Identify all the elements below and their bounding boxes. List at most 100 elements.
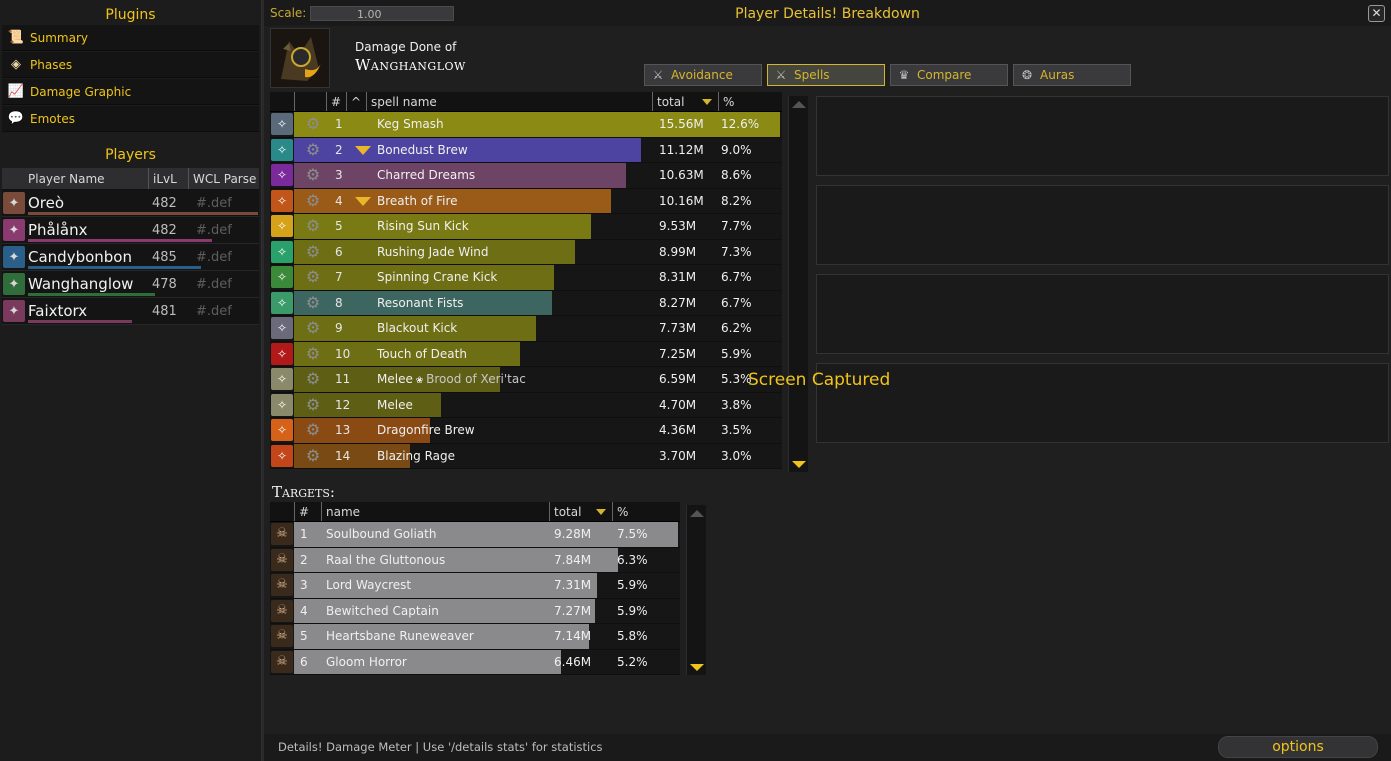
tab-spells[interactable]: ⚔ Spells <box>767 64 885 86</box>
header-ilvl[interactable]: iLvL <box>148 168 188 189</box>
target-percent: 5.9% <box>617 603 648 618</box>
expand-icon[interactable] <box>355 145 373 155</box>
target-rank: 6 <box>300 654 308 669</box>
header-wcl-parse[interactable]: WCL Parse <box>188 168 258 189</box>
gear-icon[interactable]: ⚙ <box>303 369 323 389</box>
target-header-num[interactable]: # <box>294 502 321 521</box>
target-scroll-down-icon[interactable] <box>690 664 704 671</box>
plugin-item[interactable]: ◈ Phases <box>2 52 259 78</box>
spell-icon: ✧ <box>271 215 293 238</box>
gear-icon[interactable]: ⚙ <box>303 446 323 466</box>
header-spell-name[interactable]: spell name <box>366 92 652 111</box>
targets-scrollbar[interactable] <box>686 505 706 675</box>
tab-auras[interactable]: ❂ Auras <box>1013 64 1131 86</box>
gear-icon[interactable]: ⚙ <box>303 420 323 440</box>
spell-row[interactable]: ✧ ⚙ 13 Dragonfire Brew 4.36M 3.5% <box>270 418 782 444</box>
spell-percent: 6.2% <box>721 321 752 336</box>
spell-total: 7.73M <box>659 321 697 336</box>
target-row[interactable]: ☠ 3 Lord Waycrest 7.31M 5.9% <box>270 573 680 599</box>
tab-compare[interactable]: ♛ Compare <box>890 64 1008 86</box>
gear-icon[interactable]: ⚙ <box>303 395 323 415</box>
header-spacer <box>294 92 326 111</box>
gear-icon[interactable]: ⚙ <box>303 165 323 185</box>
spell-row[interactable]: ✧ ⚙ 10 Touch of Death 7.25M 5.9% <box>270 341 782 367</box>
expand-placeholder <box>355 272 373 282</box>
spell-total: 11.12M <box>659 142 704 157</box>
spells-scrollbar[interactable] <box>788 96 808 472</box>
spell-row[interactable]: ✧ ⚙ 12 Melee 4.70M 3.8% <box>270 392 782 418</box>
gear-icon[interactable]: ⚙ <box>303 114 323 134</box>
spell-row[interactable]: ✧ ⚙ 3 Charred Dreams 10.63M 8.6% <box>270 163 782 189</box>
spell-total: 6.59M <box>659 372 697 387</box>
player-name: Wanghanglow <box>355 56 466 74</box>
player-row[interactable]: ✦ Wanghanglow 478 #.def <box>2 271 259 298</box>
spell-row[interactable]: ✧ ⚙ 5 Rising Sun Kick 9.53M 7.7% <box>270 214 782 240</box>
spell-row[interactable]: ✧ ⚙ 14 Blazing Rage 3.70M 3.0% <box>270 443 782 469</box>
target-header-percent[interactable]: % <box>612 502 672 521</box>
target-header-total-label: total <box>554 505 582 519</box>
gear-icon[interactable]: ⚙ <box>303 242 323 262</box>
spell-row[interactable]: ✧ ⚙ 2 Bonedust Brew 11.12M 9.0% <box>270 137 782 163</box>
header-num[interactable]: # <box>326 92 346 111</box>
spell-rank: 12 <box>335 397 351 412</box>
spell-row[interactable]: ✧ ⚙ 9 Blackout Kick 7.73M 6.2% <box>270 316 782 342</box>
spell-row[interactable]: ✧ ⚙ 6 Rushing Jade Wind 8.99M 7.3% <box>270 239 782 265</box>
info-box-2 <box>816 185 1389 265</box>
spell-icon: ✧ <box>271 240 293 263</box>
spell-name-text: Spinning Crane Kick <box>377 270 498 285</box>
target-rank: 5 <box>300 629 308 644</box>
gear-icon[interactable]: ⚙ <box>303 318 323 338</box>
player-ilvl: 481 <box>152 303 177 319</box>
target-row[interactable]: ☠ 6 Gloom Horror 6.46M 5.2% <box>270 649 680 675</box>
header-player-name[interactable]: Player Name <box>2 168 148 189</box>
gear-icon[interactable]: ⚙ <box>303 140 323 160</box>
header-caret[interactable]: ^ <box>346 92 366 111</box>
player-row[interactable]: ✦ Oreò 482 #.def <box>2 190 259 217</box>
plugin-item[interactable]: 💬 Emotes <box>2 106 259 132</box>
target-total: 6.46M <box>554 654 592 669</box>
target-header-icon-col <box>270 502 294 521</box>
scroll-up-icon[interactable] <box>791 101 806 108</box>
plugin-item[interactable]: 📜 Summary <box>2 25 259 51</box>
close-button[interactable]: ✕ <box>1368 5 1385 22</box>
spell-row[interactable]: ✧ ⚙ 4 Breath of Fire 10.16M 8.2% <box>270 188 782 214</box>
target-row[interactable]: ☠ 5 Heartsbane Runeweaver 7.14M 5.8% <box>270 624 680 650</box>
target-scroll-up-icon[interactable] <box>689 510 704 517</box>
targets-table: # name total % ☠ 1 Soulbound Goliath 9.28M 7… <box>270 502 680 675</box>
player-row[interactable]: ✦ Faixtorx 481 #.def <box>2 298 259 325</box>
header-percent[interactable]: % <box>718 92 776 111</box>
gear-icon[interactable]: ⚙ <box>303 267 323 287</box>
player-row[interactable]: ✦ Candybonbon 485 #.def <box>2 244 259 271</box>
spell-row[interactable]: ✧ ⚙ 7 Spinning Crane Kick 8.31M 6.7% <box>270 265 782 291</box>
footer: Details! Damage Meter | Use '/details st… <box>264 734 1391 761</box>
options-button[interactable]: options <box>1218 736 1378 758</box>
gear-icon[interactable]: ⚙ <box>303 293 323 313</box>
tab-avoidance[interactable]: ⚔ Avoidance <box>644 64 762 86</box>
plugin-item[interactable]: 📈 Damage Graphic <box>2 79 259 105</box>
info-box-3 <box>816 274 1389 354</box>
target-header-total[interactable]: total <box>549 502 612 521</box>
spell-name-text: Charred Dreams <box>377 168 476 183</box>
target-row[interactable]: ☠ 4 Bewitched Captain 7.27M 5.9% <box>270 598 680 624</box>
spell-rank: 6 <box>335 244 343 259</box>
spell-name: Melee ❀ Brood of Xeri'tac <box>377 372 659 386</box>
spell-rank: 3 <box>335 168 343 183</box>
scroll-down-icon[interactable] <box>792 461 806 468</box>
expand-placeholder <box>355 221 373 231</box>
spell-row[interactable]: ✧ ⚙ 1 Keg Smash 15.56M 12.6% <box>270 112 782 138</box>
player-row[interactable]: ✦ Phålånx 482 #.def <box>2 217 259 244</box>
spell-name: Resonant Fists <box>377 296 659 310</box>
spell-row[interactable]: ✧ ⚙ 11 Melee ❀ Brood of Xeri'tac 6.59M 5.3% <box>270 367 782 393</box>
gear-icon[interactable]: ⚙ <box>303 191 323 211</box>
expand-icon[interactable] <box>355 196 373 206</box>
spell-percent: 8.6% <box>721 168 752 183</box>
target-header-name[interactable]: name <box>321 502 549 521</box>
target-row[interactable]: ☠ 1 Soulbound Goliath 9.28M 7.5% <box>270 522 680 548</box>
spell-row[interactable]: ✧ ⚙ 8 Resonant Fists 8.27M 6.7% <box>270 290 782 316</box>
gear-icon[interactable]: ⚙ <box>303 216 323 236</box>
target-row[interactable]: ☠ 2 Raal the Gluttonous 7.84M 6.3% <box>270 547 680 573</box>
spell-total: 3.70M <box>659 448 697 463</box>
spell-name-text: Resonant Fists <box>377 295 464 310</box>
header-total[interactable]: total <box>652 92 718 111</box>
gear-icon[interactable]: ⚙ <box>303 344 323 364</box>
